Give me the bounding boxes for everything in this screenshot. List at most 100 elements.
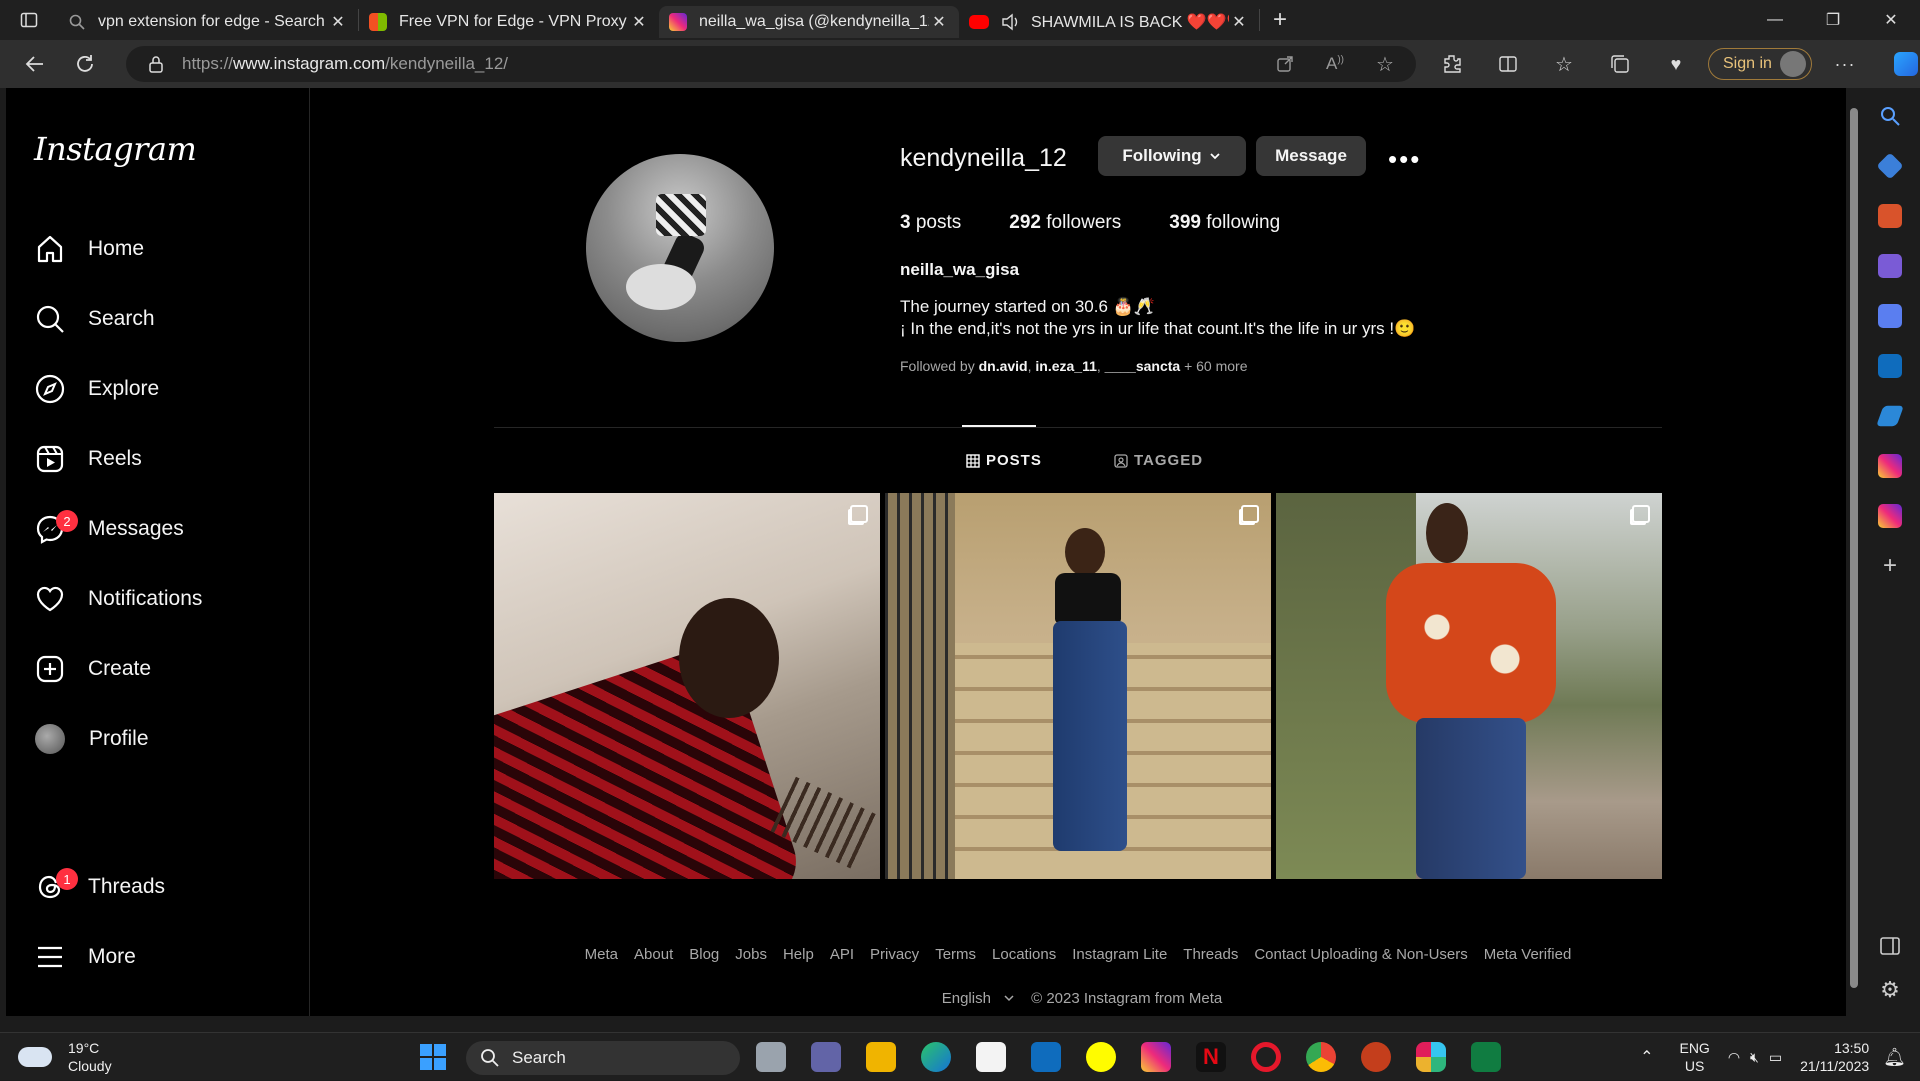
- page-scrollbar[interactable]: [1846, 88, 1860, 1016]
- footer-link[interactable]: About: [634, 946, 673, 963]
- tab-search[interactable]: vpn extension for edge - Search ✕: [58, 6, 358, 38]
- instagram-icon[interactable]: [1141, 1042, 1171, 1072]
- sidebar-item-threads[interactable]: 1 Threads: [34, 862, 165, 912]
- post-thumbnail[interactable]: [885, 493, 1271, 879]
- footer-link[interactable]: Locations: [992, 946, 1056, 963]
- restore-icon[interactable]: ❐: [1804, 0, 1862, 40]
- muted-speaker-icon[interactable]: 🔇︎: [1750, 1049, 1759, 1066]
- copilot-icon[interactable]: [1878, 52, 1920, 76]
- copilot-app-icon[interactable]: [1878, 304, 1902, 328]
- chevron-up-icon[interactable]: ⌃: [1640, 1047, 1653, 1067]
- sidebar-item-reels[interactable]: Reels: [34, 434, 142, 484]
- close-tab-icon[interactable]: ✕: [629, 12, 649, 32]
- footer-link[interactable]: Threads: [1183, 946, 1238, 963]
- taskbar-search[interactable]: Search: [466, 1041, 740, 1075]
- post-thumbnail[interactable]: [1276, 493, 1662, 879]
- lock-icon[interactable]: [148, 55, 164, 73]
- clock[interactable]: 13:50 21/11/2023: [1800, 1039, 1869, 1075]
- following-button[interactable]: Following: [1098, 136, 1246, 176]
- footer-link[interactable]: Meta Verified: [1484, 946, 1572, 963]
- sidebar-item-notifications[interactable]: Notifications: [34, 574, 202, 624]
- instagram-logo[interactable]: Instagram: [34, 130, 197, 168]
- sidebar-item-create[interactable]: Create: [34, 644, 151, 694]
- snapchat-icon[interactable]: [1086, 1042, 1116, 1072]
- read-aloud-icon[interactable]: A)): [1326, 54, 1344, 74]
- post-thumbnail[interactable]: [494, 493, 880, 879]
- windows-start-icon[interactable]: [418, 1042, 448, 1072]
- split-screen-icon[interactable]: [1480, 53, 1536, 75]
- settings-menu-icon[interactable]: ···: [1812, 54, 1878, 75]
- extensions-icon[interactable]: [1424, 53, 1480, 75]
- sign-in-button[interactable]: Sign in: [1708, 48, 1812, 80]
- minimize-icon[interactable]: —: [1746, 0, 1804, 40]
- edge-icon[interactable]: [921, 1042, 951, 1072]
- close-tab-icon[interactable]: ✕: [328, 12, 348, 32]
- followers-link[interactable]: 292 followers: [1009, 212, 1121, 234]
- search-icon[interactable]: [1878, 104, 1902, 128]
- powerpoint-icon[interactable]: [1361, 1042, 1391, 1072]
- excel-icon[interactable]: [1471, 1042, 1501, 1072]
- outlook-icon[interactable]: [1878, 354, 1902, 378]
- sidebar-item-home[interactable]: Home: [34, 224, 144, 274]
- tab-actions-button[interactable]: [0, 0, 58, 40]
- language-indicator[interactable]: ENG US: [1679, 1039, 1709, 1075]
- microsoft-store-icon[interactable]: [976, 1042, 1006, 1072]
- tab-instagram[interactable]: neilla_wa_gisa (@kendyneilla_12) ✕: [659, 6, 959, 38]
- favorite-star-icon[interactable]: ☆: [1376, 52, 1394, 77]
- footer-link[interactable]: Contact Uploading & Non-Users: [1254, 946, 1467, 963]
- teams-icon[interactable]: [811, 1042, 841, 1072]
- options-icon[interactable]: •••: [1388, 144, 1421, 175]
- language-select[interactable]: English: [934, 990, 1015, 1007]
- sidebar-item-explore[interactable]: Explore: [34, 364, 159, 414]
- send-icon[interactable]: [1876, 405, 1904, 427]
- notification-bell-icon[interactable]: 🔔︎: [1883, 1047, 1906, 1068]
- wifi-icon[interactable]: ◠: [1728, 1049, 1740, 1066]
- opera-icon[interactable]: [1251, 1042, 1281, 1072]
- slack-icon[interactable]: [1416, 1042, 1446, 1072]
- back-button[interactable]: [10, 44, 60, 84]
- tab-posts[interactable]: POSTS: [966, 452, 1042, 469]
- tab-tagged[interactable]: TAGGED: [1114, 452, 1203, 469]
- mail-icon[interactable]: [1031, 1042, 1061, 1072]
- browser-essentials-icon[interactable]: ♥: [1648, 54, 1704, 75]
- chrome-icon[interactable]: [1306, 1042, 1336, 1072]
- footer-link[interactable]: Instagram Lite: [1072, 946, 1167, 963]
- tab-vpn[interactable]: Free VPN for Edge - VPN Proxy V ✕: [359, 6, 659, 38]
- footer-link[interactable]: Privacy: [870, 946, 919, 963]
- shopping-tag-icon[interactable]: [1876, 152, 1904, 180]
- weather-widget[interactable]: 19°C Cloudy: [18, 1033, 112, 1081]
- battery-icon[interactable]: ▭: [1769, 1049, 1782, 1066]
- close-tab-icon[interactable]: ✕: [929, 12, 949, 32]
- instagram-icon[interactable]: [1878, 454, 1902, 478]
- tools-icon[interactable]: [1878, 204, 1902, 228]
- close-tab-icon[interactable]: ✕: [1229, 12, 1249, 32]
- close-window-icon[interactable]: ✕: [1862, 0, 1920, 40]
- footer-link[interactable]: Help: [783, 946, 814, 963]
- sidebar-item-profile[interactable]: Profile: [34, 714, 149, 764]
- task-view-icon[interactable]: [756, 1042, 786, 1072]
- sidebar-item-more[interactable]: More: [34, 932, 136, 982]
- scrollbar-thumb[interactable]: [1850, 108, 1858, 988]
- tab-youtube[interactable]: SHAWMILA IS BACK ❤️❤️❤️ ✕: [959, 6, 1259, 38]
- footer-link[interactable]: Blog: [689, 946, 719, 963]
- footer-link[interactable]: Meta: [585, 946, 618, 963]
- netflix-icon[interactable]: N: [1196, 1042, 1226, 1072]
- sidebar-item-messages[interactable]: 2 Messages: [34, 504, 184, 554]
- new-tab-button[interactable]: +: [1260, 6, 1300, 34]
- footer-link[interactable]: Jobs: [735, 946, 767, 963]
- sidebar-item-search[interactable]: Search: [34, 294, 155, 344]
- file-explorer-icon[interactable]: [866, 1042, 896, 1072]
- favorites-icon[interactable]: ☆: [1536, 52, 1592, 77]
- following-link[interactable]: 399 following: [1169, 212, 1280, 234]
- speaker-icon[interactable]: [1001, 13, 1021, 31]
- followed-by[interactable]: Followed by dn.avid, in.eza_11, ____sanc…: [900, 358, 1248, 374]
- instagram-icon[interactable]: [1878, 504, 1902, 528]
- message-button[interactable]: Message: [1256, 136, 1366, 176]
- gear-icon[interactable]: ⚙: [1878, 978, 1902, 1002]
- hide-sidebar-icon[interactable]: [1878, 934, 1902, 958]
- collections-icon[interactable]: [1592, 53, 1648, 75]
- add-sidebar-app-icon[interactable]: +: [1878, 554, 1902, 578]
- address-bar[interactable]: https://www.instagram.com/kendyneilla_12…: [126, 46, 1416, 82]
- footer-link[interactable]: API: [830, 946, 854, 963]
- open-in-app-icon[interactable]: [1276, 55, 1294, 73]
